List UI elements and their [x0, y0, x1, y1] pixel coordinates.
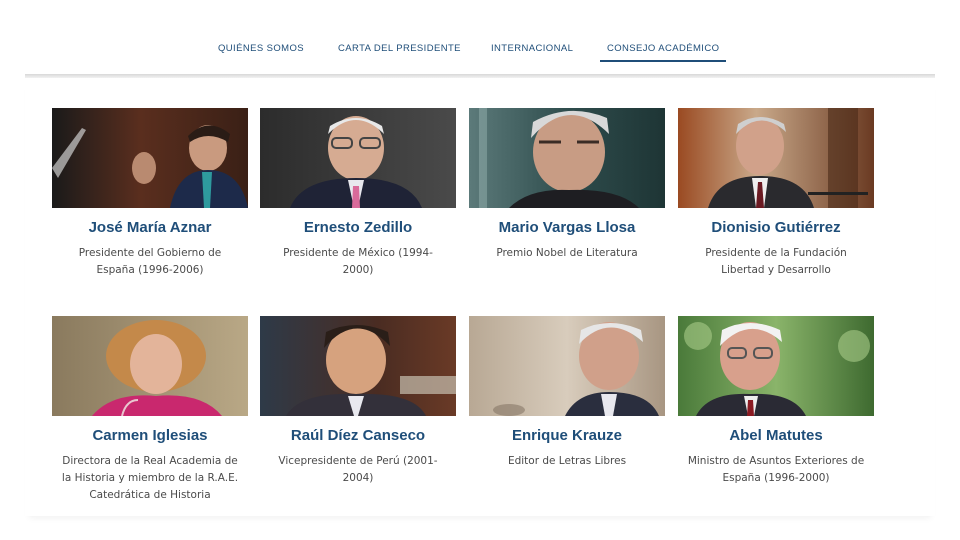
member-role: Presidente del Gobierno de España (1996-…	[78, 247, 222, 276]
member-role: Presidente de la Fundación Libertad y De…	[705, 247, 847, 276]
member-card-krauze[interactable]: Enrique Krauze Editor de Letras Libres	[469, 316, 665, 470]
member-card-iglesias[interactable]: Carmen Iglesias Directora de la Real Aca…	[52, 316, 248, 504]
nav-quienes-somos[interactable]: QUIÉNES SOMOS	[218, 43, 304, 54]
member-photo	[678, 108, 874, 208]
nav-consejo-academico[interactable]: CONSEJO ACADÉMICO	[599, 43, 727, 62]
member-photo	[260, 316, 456, 416]
member-card-vargas-llosa[interactable]: Mario Vargas Llosa Premio Nobel de Liter…	[469, 108, 665, 262]
member-name: Enrique Krauze	[511, 427, 623, 444]
member-card-diez-canseco[interactable]: Raúl Díez Canseco Vicepresidente de Perú…	[260, 316, 456, 487]
nav-internacional[interactable]: INTERNACIONAL	[491, 43, 573, 54]
academic-council-grid: José María Aznar Presidente del Gobierno…	[25, 78, 935, 516]
member-photo	[52, 108, 248, 208]
member-name: Raúl Díez Canseco	[290, 427, 426, 444]
member-photo	[52, 316, 248, 416]
member-name: Carmen Iglesias	[92, 427, 208, 444]
member-name: Dionisio Gutiérrez	[711, 219, 841, 236]
member-role: Directora de la Real Academia de la Hist…	[61, 455, 239, 501]
nav-carta-del-presidente[interactable]: CARTA DEL PRESIDENTE	[338, 43, 461, 54]
member-card-matutes[interactable]: Abel Matutes Ministro de Asuntos Exterio…	[678, 316, 874, 487]
member-photo	[678, 316, 874, 416]
member-photo	[469, 316, 665, 416]
member-role: Vicepresidente de Perú (2001-2004)	[278, 455, 438, 484]
member-name: Ernesto Zedillo	[303, 219, 413, 236]
member-photo	[260, 108, 456, 208]
member-card-zedillo[interactable]: Ernesto Zedillo Presidente de México (19…	[260, 108, 456, 279]
member-photo	[469, 108, 665, 208]
member-name: Abel Matutes	[729, 427, 823, 444]
member-role: Ministro de Asuntos Exteriores de España…	[687, 455, 865, 484]
member-card-gutierrez[interactable]: Dionisio Gutiérrez Presidente de la Fund…	[678, 108, 874, 279]
member-role: Presidente de México (1994-2000)	[283, 247, 433, 276]
member-card-aznar[interactable]: José María Aznar Presidente del Gobierno…	[52, 108, 248, 279]
member-name: José María Aznar	[88, 219, 212, 236]
top-navigation: QUIÉNES SOMOS CARTA DEL PRESIDENTE INTER…	[0, 0, 960, 76]
member-name: Mario Vargas Llosa	[498, 219, 636, 236]
member-role: Editor de Letras Libres	[507, 455, 627, 467]
member-role: Premio Nobel de Literatura	[496, 247, 638, 259]
